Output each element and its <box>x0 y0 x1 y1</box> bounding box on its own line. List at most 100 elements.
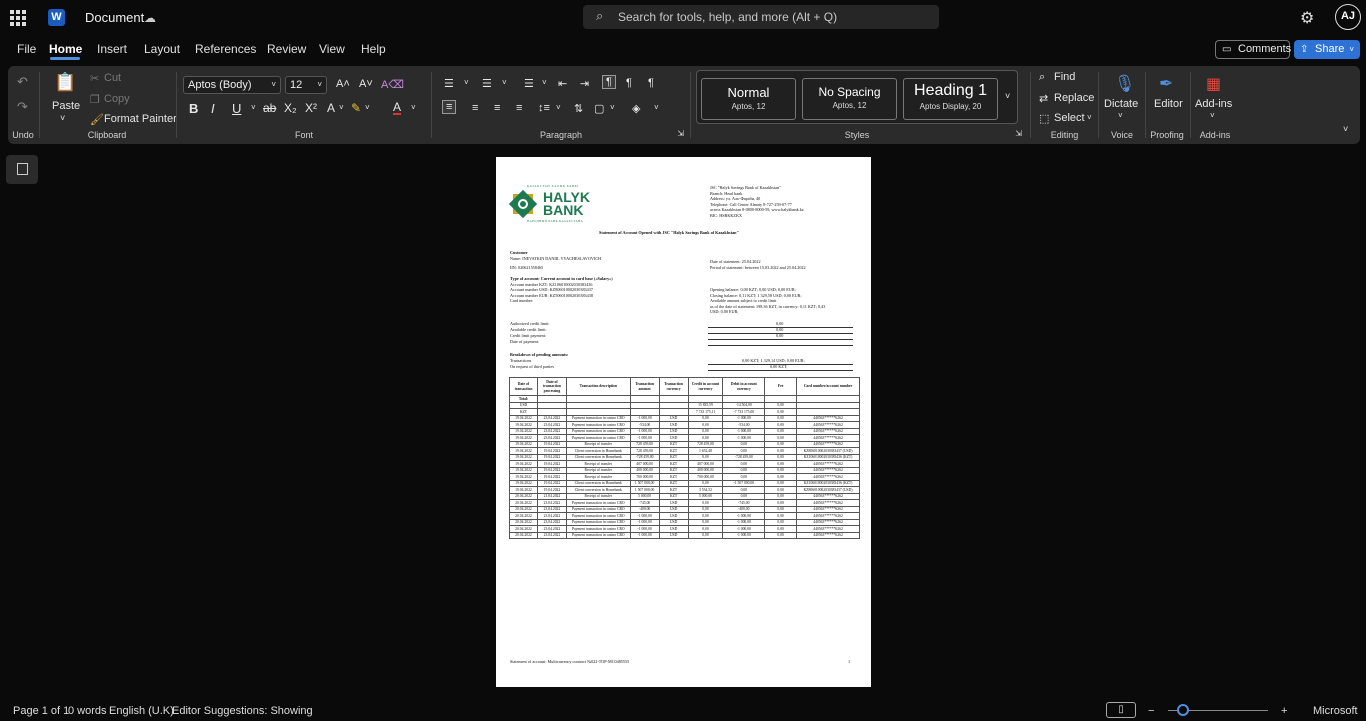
document-page[interactable]: ҚАЗАҚСТАН ХАЛЫҚ БАНКІ HALYK BANK НАРОДНЫ… <box>496 157 871 687</box>
copy-icon[interactable]: ❐ <box>90 93 100 106</box>
font-color-icon[interactable]: A <box>393 101 402 115</box>
tab-insert[interactable]: Insert <box>97 42 127 56</box>
chevron-down-icon[interactable]: ˅ <box>502 78 507 87</box>
grow-font-icon[interactable]: A˄ <box>336 78 350 90</box>
align-right-icon[interactable]: ≡ <box>494 102 500 114</box>
editor-suggestions[interactable]: Editor Suggestions: Showing <box>172 705 313 717</box>
align-center-icon[interactable]: ≡ <box>472 102 478 114</box>
format-painter-icon[interactable]: 🖌 <box>90 113 104 126</box>
paragraph-dialog-launcher-icon[interactable]: ⇲ <box>677 129 684 138</box>
chevron-down-icon[interactable]: ˅ <box>1118 111 1123 120</box>
strikethrough-icon[interactable]: ab <box>263 101 276 115</box>
align-left-icon[interactable]: ≡ <box>442 100 457 114</box>
comments-button[interactable]: ▭ Comments <box>1215 40 1291 59</box>
select-label[interactable]: Select <box>1054 112 1085 124</box>
shading-icon[interactable]: ◈ <box>632 102 640 115</box>
print-layout-icon[interactable]: ▯ <box>1106 702 1136 718</box>
clear-formatting-icon[interactable]: A⌫ <box>381 78 404 91</box>
paste-icon[interactable]: 📋 <box>54 72 76 93</box>
share-button[interactable]: ⇪ Share ˅ <box>1294 40 1360 59</box>
cut-label[interactable]: Cut <box>104 72 121 84</box>
replace-label[interactable]: Replace <box>1054 92 1094 104</box>
chevron-down-icon[interactable]: ˅ <box>1087 113 1092 122</box>
show-formatting-icon[interactable]: ¶ <box>648 77 654 89</box>
navigation-pane-button[interactable] <box>6 155 38 184</box>
editor-label[interactable]: Editor <box>1154 98 1183 110</box>
sort-icon[interactable]: ⇅ <box>574 102 583 115</box>
tab-help[interactable]: Help <box>361 42 386 56</box>
styles-dialog-launcher-icon[interactable]: ⇲ <box>1015 129 1022 138</box>
chevron-down-icon[interactable]: ˅ <box>610 103 615 112</box>
credit-limit-label: Credit limit payment: <box>510 333 547 338</box>
borders-icon[interactable]: ▢ <box>594 102 604 115</box>
bullets-icon[interactable]: ☰ <box>444 77 454 90</box>
tab-review[interactable]: Review <box>267 42 306 56</box>
ribbon-collapse-icon[interactable]: ˅ <box>1343 124 1348 134</box>
zoom-in-icon[interactable]: + <box>1281 705 1287 717</box>
language-indicator[interactable]: English (U.K) <box>109 705 174 717</box>
highlight-icon[interactable]: ✎ <box>351 101 361 115</box>
replace-icon[interactable]: ⇄ <box>1039 92 1048 105</box>
credit-limit-value: 0,00 <box>776 321 784 326</box>
document-title[interactable]: Document <box>85 10 144 25</box>
paste-dropdown-icon[interactable]: ˅ <box>60 113 65 123</box>
superscript-icon[interactable]: X² <box>305 101 317 115</box>
multilevel-list-icon[interactable]: ☰ <box>524 77 534 90</box>
increase-indent-icon[interactable]: ⇥ <box>580 77 589 90</box>
dictate-label[interactable]: Dictate <box>1104 98 1138 110</box>
font-name-select[interactable]: Aptos (Body) ˅ <box>183 76 281 94</box>
tab-home[interactable]: Home <box>49 42 82 56</box>
chevron-down-icon[interactable]: ˅ <box>365 103 370 112</box>
italic-icon[interactable]: I <box>211 101 215 116</box>
font-group-label: Font <box>294 130 313 140</box>
underline-icon[interactable]: U <box>232 101 241 116</box>
chevron-down-icon[interactable]: ˅ <box>542 78 547 87</box>
tab-layout[interactable]: Layout <box>144 42 180 56</box>
value-underline <box>708 345 853 346</box>
app-launcher-icon[interactable] <box>10 10 26 26</box>
subscript-icon[interactable]: X₂ <box>284 101 297 115</box>
bold-icon[interactable]: B <box>189 101 198 116</box>
editor-pen-icon[interactable]: ✒ <box>1159 74 1173 94</box>
cut-icon[interactable]: ✂ <box>90 72 99 85</box>
undo-icon[interactable]: ↶ <box>17 74 28 90</box>
page-count[interactable]: Page 1 of 1 <box>13 705 69 717</box>
share-dropdown-icon[interactable]: ˅ <box>1349 40 1354 59</box>
word-count[interactable]: 0 words <box>68 705 107 717</box>
microphone-icon[interactable]: 🎙 <box>1114 74 1136 94</box>
rtl-text-icon[interactable]: ¶ <box>626 77 632 89</box>
search-box[interactable]: ⌕ Search for tools, help, and more (Alt … <box>583 5 939 29</box>
chevron-down-icon[interactable]: ˅ <box>411 103 416 112</box>
format-painter-label[interactable]: Format Painter <box>104 113 177 125</box>
justify-icon[interactable]: ≡ <box>516 102 522 114</box>
chevron-down-icon[interactable]: ˅ <box>1210 111 1215 120</box>
addins-label[interactable]: Add-ins <box>1195 98 1232 110</box>
decrease-indent-icon[interactable]: ⇤ <box>558 77 567 90</box>
select-icon[interactable]: ⬚ <box>1039 112 1049 125</box>
numbering-icon[interactable]: ☰ <box>482 77 492 90</box>
microsoft-brand: Microsoft <box>1313 705 1358 717</box>
tab-view[interactable]: View <box>319 42 345 56</box>
text-effects-icon[interactable]: A <box>327 101 335 115</box>
tab-file[interactable]: File <box>17 42 36 56</box>
find-icon[interactable]: ⌕ <box>1039 71 1045 84</box>
ltr-text-icon[interactable]: ¶ <box>602 75 616 89</box>
chevron-down-icon[interactable]: ˅ <box>654 103 659 112</box>
chevron-down-icon[interactable]: ˅ <box>556 103 561 112</box>
line-spacing-icon[interactable]: ↕≡ <box>538 102 550 114</box>
chevron-down-icon[interactable]: ˅ <box>251 103 256 112</box>
font-size-select[interactable]: 12 ˅ <box>285 76 327 94</box>
paste-label[interactable]: Paste <box>52 100 80 112</box>
copy-label[interactable]: Copy <box>104 93 130 105</box>
tab-references[interactable]: References <box>195 42 256 56</box>
redo-icon[interactable]: ↷ <box>17 99 28 115</box>
settings-gear-icon[interactable]: ⚙ <box>1300 8 1314 28</box>
chevron-down-icon[interactable]: ˅ <box>464 78 469 87</box>
find-label[interactable]: Find <box>1054 71 1075 83</box>
addins-grid-icon[interactable]: ▦ <box>1206 74 1221 94</box>
zoom-slider-thumb[interactable] <box>1177 704 1189 716</box>
zoom-out-icon[interactable]: − <box>1148 705 1154 717</box>
avatar[interactable]: AJ <box>1335 4 1361 30</box>
chevron-down-icon[interactable]: ˅ <box>339 103 344 112</box>
shrink-font-icon[interactable]: A˅ <box>359 78 373 90</box>
